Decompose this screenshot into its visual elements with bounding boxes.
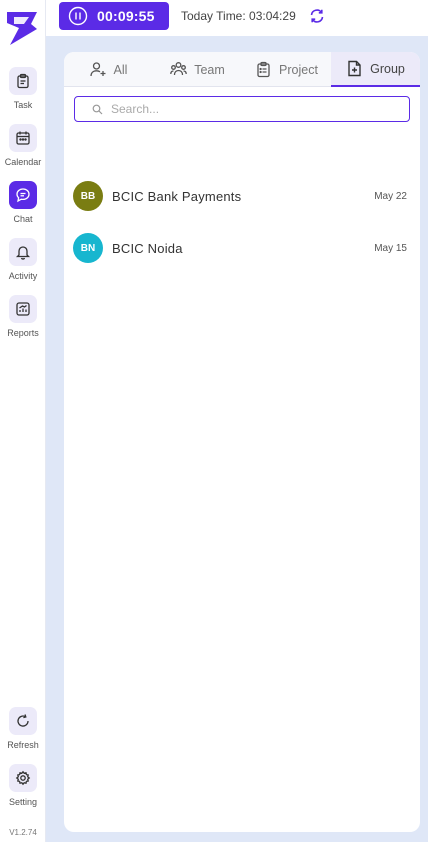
sidebar-item-chat[interactable]: Chat [0, 181, 46, 224]
chat-icon [16, 188, 30, 203]
app-logo[interactable] [5, 9, 39, 47]
users-icon [170, 62, 188, 76]
sidebar-item-label: Reports [7, 328, 39, 338]
bell-icon [15, 246, 31, 260]
chat-name: BCIC Noida [112, 240, 183, 256]
search-input[interactable] [111, 102, 401, 116]
tab-label: Group [370, 61, 405, 76]
chat-panel: All Team Project Group Search... BB BCIC… [64, 52, 420, 832]
tab-project[interactable]: Project [242, 52, 331, 87]
tab-label: Team [194, 62, 225, 77]
sidebar-item-label: Chat [13, 214, 33, 224]
avatar: BB [73, 181, 103, 211]
tab-group[interactable]: Group [331, 52, 420, 87]
sidebar-item-task[interactable]: Task [0, 67, 46, 110]
sync-icon[interactable] [309, 8, 325, 24]
sidebar-item-activity[interactable]: Activity [0, 238, 46, 281]
gear-icon [15, 770, 31, 786]
chat-list-item[interactable]: BB BCIC Bank Payments May 22 [64, 176, 420, 216]
search-box[interactable] [74, 96, 410, 122]
setting-button[interactable]: Setting [0, 764, 46, 807]
chat-date: May 22 [374, 190, 407, 202]
chat-list-item[interactable]: BN BCIC Noida May 15 [64, 228, 420, 268]
sidebar-item-reports[interactable]: Reports [0, 295, 46, 338]
top-bar: 00:09:55 Today Time: 03:04:29 [46, 0, 428, 36]
file-plus-icon [348, 60, 361, 77]
setting-label: Setting [8, 797, 38, 807]
refresh-label: Refresh [7, 740, 39, 750]
today-time: Today Time: 03:04:29 [181, 9, 296, 23]
sidebar-item-label: Calendar [4, 157, 42, 167]
sidebar: Task Calendar Chat Activity Reports Refr… [0, 0, 46, 842]
chat-name: BCIC Bank Payments [112, 188, 242, 204]
sidebar-item-calendar[interactable]: Calendar [0, 124, 46, 167]
chat-tabs: All Team Project Group [64, 52, 420, 87]
avatar: BN [73, 233, 103, 263]
user-plus-icon [89, 62, 106, 77]
pause-icon [68, 6, 88, 26]
version-label: V1.2.74 [9, 828, 37, 837]
chat-date: May 15 [374, 242, 407, 254]
tab-team[interactable]: Team [153, 52, 242, 87]
search-icon [92, 104, 103, 114]
calendar-icon [16, 131, 30, 145]
tab-label: Project [279, 62, 318, 77]
timer-value: 00:09:55 [97, 8, 155, 24]
clipboard-list-icon [257, 61, 270, 78]
clipboard-icon [17, 73, 29, 89]
timer-button[interactable]: 00:09:55 [59, 2, 169, 30]
sidebar-item-label: Activity [8, 271, 38, 281]
chart-icon [16, 302, 30, 316]
tab-all[interactable]: All [64, 52, 153, 87]
refresh-icon [17, 714, 29, 727]
sidebar-item-label: Task [13, 100, 33, 110]
refresh-button[interactable]: Refresh [0, 707, 46, 750]
tab-label: All [113, 62, 128, 77]
